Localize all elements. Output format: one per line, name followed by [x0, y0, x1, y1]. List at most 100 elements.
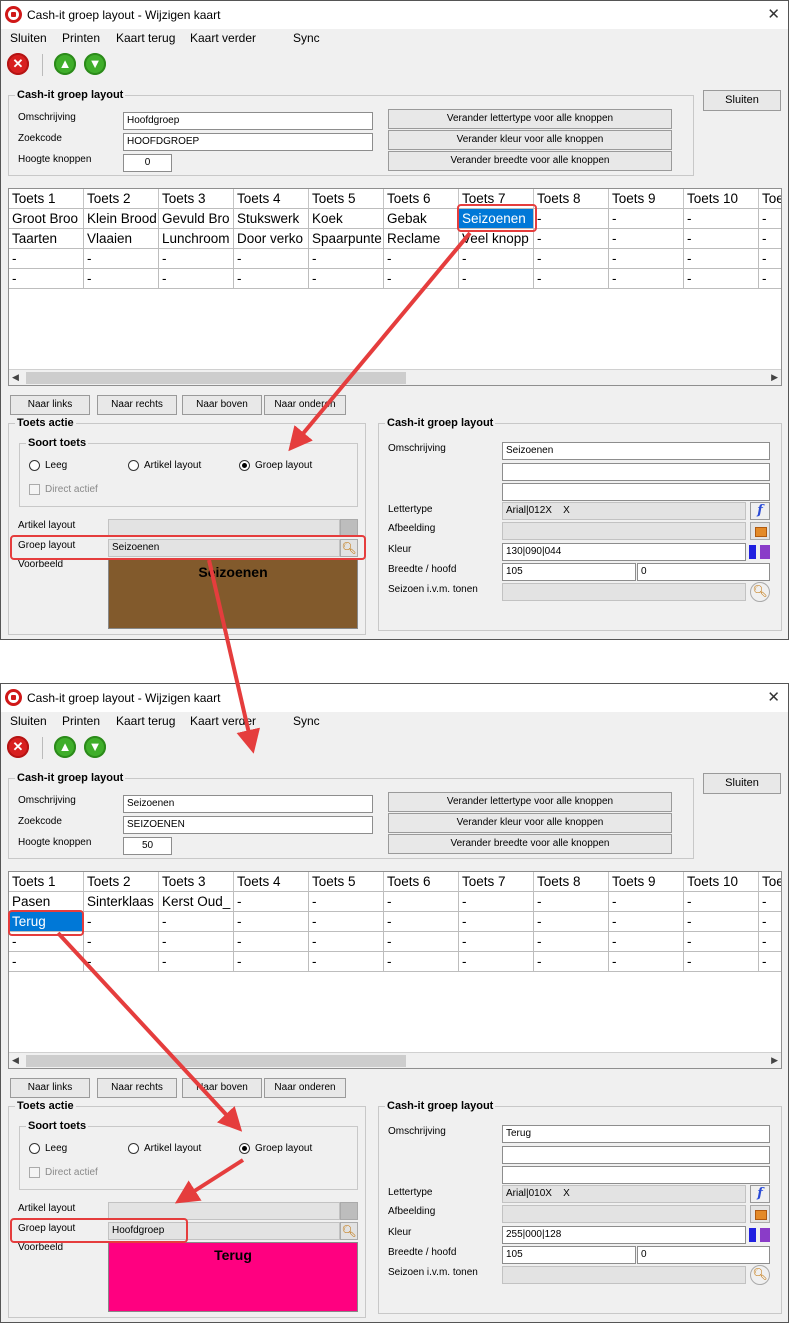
image-icon[interactable]: [750, 1205, 770, 1223]
change-font-all-button[interactable]: Verander lettertype voor alle knoppen: [388, 109, 672, 129]
color-picker-icon[interactable]: [749, 545, 771, 559]
grid-cell[interactable]: -: [459, 912, 534, 932]
font-icon[interactable]: f: [750, 1185, 770, 1203]
grid-cell[interactable]: -: [759, 209, 781, 229]
grid-cell[interactable]: -: [534, 269, 609, 289]
detail-omschrijving-field[interactable]: Terug: [502, 1125, 770, 1143]
grid-cell[interactable]: -: [384, 932, 459, 952]
grid-cell[interactable]: -: [384, 912, 459, 932]
zoekcode-field[interactable]: SEIZOENEN: [123, 816, 373, 834]
omschrijving-field[interactable]: Seizoenen: [123, 795, 373, 813]
grid-cell[interactable]: -: [684, 249, 759, 269]
hoogte-knoppen-field[interactable]: 50: [123, 837, 172, 855]
arrow-down-icon[interactable]: ▼: [84, 736, 106, 758]
grid-cell[interactable]: -: [234, 932, 309, 952]
grid-cell[interactable]: -: [609, 249, 684, 269]
grid-cell[interactable]: -: [609, 229, 684, 249]
arrow-up-icon[interactable]: ▲: [54, 53, 76, 75]
nav-button[interactable]: Naar rechts: [97, 395, 177, 415]
grid-cell[interactable]: -: [684, 269, 759, 289]
change-width-all-button[interactable]: Verander breedte voor alle knoppen: [388, 834, 672, 854]
column-header[interactable]: Toets 1: [9, 872, 84, 892]
grid-cell[interactable]: -: [534, 249, 609, 269]
menu-item[interactable]: Kaart terug: [116, 31, 175, 45]
grid-cell[interactable]: -: [684, 892, 759, 912]
grid-cell[interactable]: -: [384, 269, 459, 289]
column-header[interactable]: Toets 10: [684, 189, 759, 209]
grid-cell[interactable]: -: [9, 932, 84, 952]
grid-cell[interactable]: -: [234, 892, 309, 912]
grid-cell[interactable]: -: [759, 269, 781, 289]
hoogte-knoppen-field[interactable]: 0: [123, 154, 172, 172]
nav-button[interactable]: Naar links: [10, 1078, 90, 1098]
grid-cell[interactable]: -: [534, 892, 609, 912]
grid-cell[interactable]: -: [534, 952, 609, 972]
grid-cell[interactable]: -: [9, 269, 84, 289]
arrow-up-icon[interactable]: ▲: [54, 736, 76, 758]
grid-cell[interactable]: Seizoenen: [459, 209, 534, 229]
sluiten-button[interactable]: Sluiten: [703, 773, 781, 794]
grid-cell[interactable]: -: [534, 209, 609, 229]
horizontal-scrollbar[interactable]: ◀ ▶: [9, 1052, 781, 1068]
grid-cell[interactable]: Klein Brood: [84, 209, 159, 229]
column-header[interactable]: Toets 4: [234, 189, 309, 209]
close-icon[interactable]: ✕: [767, 5, 780, 23]
grid-cell[interactable]: -: [459, 249, 534, 269]
grid-cell[interactable]: -: [459, 892, 534, 912]
nav-button[interactable]: Naar boven: [182, 395, 262, 415]
image-icon[interactable]: [750, 522, 770, 540]
grid-cell[interactable]: Terug: [9, 912, 84, 932]
hoofd-field[interactable]: 0: [637, 563, 770, 581]
sluiten-button[interactable]: Sluiten: [703, 90, 781, 111]
grid-cell[interactable]: Kerst Oud_: [159, 892, 234, 912]
column-header[interactable]: Toets 9: [609, 872, 684, 892]
grid-cell[interactable]: Door verko: [234, 229, 309, 249]
grid-cell[interactable]: -: [609, 209, 684, 229]
column-header[interactable]: Toe: [759, 872, 781, 892]
grid-cell[interactable]: -: [759, 952, 781, 972]
grid-cell[interactable]: Taarten: [9, 229, 84, 249]
column-header[interactable]: Toets 6: [384, 872, 459, 892]
grid-cell[interactable]: -: [159, 269, 234, 289]
grid-cell[interactable]: -: [684, 952, 759, 972]
soort-toets-radio[interactable]: [128, 460, 139, 471]
grid-cell[interactable]: -: [9, 249, 84, 269]
grid-cell[interactable]: Spaarpunte: [309, 229, 384, 249]
grid-cell[interactable]: Pasen: [9, 892, 84, 912]
grid-cell[interactable]: -: [459, 952, 534, 972]
menu-item[interactable]: Kaart verder: [190, 714, 256, 728]
scroll-thumb[interactable]: [26, 372, 406, 384]
column-header[interactable]: Toets 9: [609, 189, 684, 209]
grid-cell[interactable]: -: [84, 269, 159, 289]
grid-cell[interactable]: -: [534, 229, 609, 249]
detail-omschrijving-line2[interactable]: [502, 463, 770, 481]
grid-cell[interactable]: Veel knopp: [459, 229, 534, 249]
grid-cell[interactable]: -: [759, 932, 781, 952]
grid-cell[interactable]: -: [84, 932, 159, 952]
grid-cell[interactable]: -: [684, 932, 759, 952]
column-header[interactable]: Toets 5: [309, 189, 384, 209]
column-header[interactable]: Toets 10: [684, 872, 759, 892]
omschrijving-field[interactable]: Hoofdgroep: [123, 112, 373, 130]
groep-layout-field[interactable]: Hoofdgroep: [108, 1222, 340, 1240]
change-color-all-button[interactable]: Verander kleur voor alle knoppen: [388, 130, 672, 150]
nav-button[interactable]: Naar boven: [182, 1078, 262, 1098]
grid-cell[interactable]: -: [609, 932, 684, 952]
menu-item[interactable]: Sluiten: [10, 714, 47, 728]
scroll-thumb[interactable]: [26, 1055, 406, 1067]
grid-cell[interactable]: Groot Broo: [9, 209, 84, 229]
column-header[interactable]: Toets 7: [459, 872, 534, 892]
grid-cell[interactable]: -: [384, 249, 459, 269]
color-picker-icon[interactable]: [749, 1228, 771, 1242]
grid-cell[interactable]: -: [759, 892, 781, 912]
kleur-field[interactable]: 255|000|128: [502, 1226, 746, 1244]
soort-toets-radio[interactable]: [29, 1143, 40, 1154]
grid-cell[interactable]: -: [309, 952, 384, 972]
zoekcode-field[interactable]: HOOFDGROEP: [123, 133, 373, 151]
grid-cell[interactable]: Stukswerk: [234, 209, 309, 229]
grid-cell[interactable]: -: [534, 912, 609, 932]
detail-omschrijving-field[interactable]: Seizoenen: [502, 442, 770, 460]
direct-actief-checkbox[interactable]: [29, 484, 40, 495]
hoofd-field[interactable]: 0: [637, 1246, 770, 1264]
detail-omschrijving-line2[interactable]: [502, 1146, 770, 1164]
